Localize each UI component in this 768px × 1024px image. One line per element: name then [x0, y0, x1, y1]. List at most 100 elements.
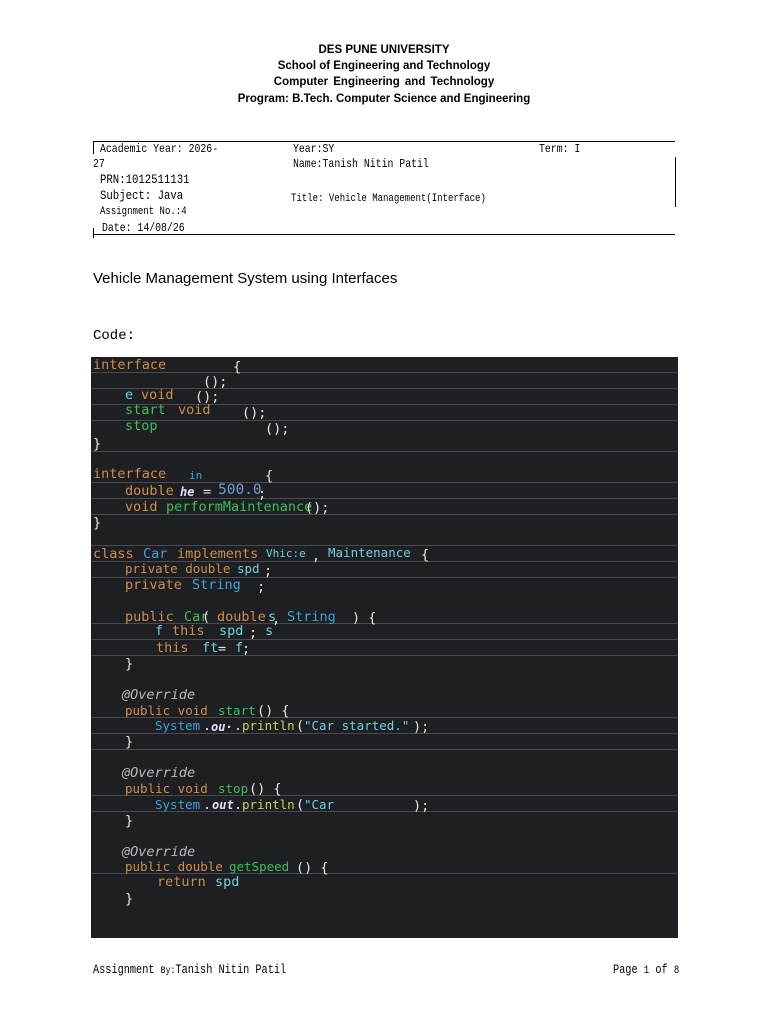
- code-token: =: [218, 641, 227, 657]
- code-token: @Override: [122, 844, 196, 860]
- code-token: e: [125, 387, 134, 403]
- code-token: ) {: [352, 610, 377, 626]
- code-token: .: [234, 797, 243, 813]
- code-token: ft: [202, 640, 219, 656]
- assignment-title: Title: Vehicle Management(Interface): [291, 193, 486, 205]
- code-token: spd: [237, 561, 260, 576]
- code-token: public double: [125, 859, 223, 874]
- code-token: ou·: [211, 720, 233, 734]
- code-token: private: [125, 577, 182, 593]
- code-token: Vhic:e: [266, 547, 306, 560]
- code-token: ,: [312, 548, 321, 564]
- code-token: stop: [125, 418, 158, 434]
- code-token: .: [203, 718, 212, 734]
- code-token: ();: [242, 405, 267, 421]
- code-token: ,: [272, 611, 281, 627]
- footer-author-name: Tanish Nitin Patil: [175, 963, 287, 977]
- program-name: Program: B.Tech. Computer Science and En…: [237, 93, 531, 105]
- info-left-rule: [93, 142, 94, 154]
- code-token: @Override: [122, 765, 196, 781]
- code-token: (: [296, 797, 305, 813]
- code-token: out: [212, 798, 234, 812]
- code-token: Maintenance: [328, 545, 411, 560]
- code-token: 500.0: [218, 482, 262, 498]
- code-token: this: [172, 623, 205, 639]
- code-token: start: [125, 402, 166, 418]
- prn: PRN:1012511131: [100, 172, 190, 187]
- code-token: }: [125, 813, 134, 829]
- code-token: return: [157, 874, 206, 890]
- footer-author: Assignment By:Tanish Nitin Patil: [93, 963, 286, 977]
- code-token: () {: [296, 860, 329, 876]
- page-number: Page 1 of 8: [613, 963, 679, 977]
- university-name: DES PUNE UNIVERSITY: [318, 44, 450, 56]
- code-token: =: [203, 484, 212, 500]
- code-token: getSpeed: [229, 859, 290, 874]
- code-token: {: [233, 359, 242, 375]
- code-token: start: [218, 703, 256, 718]
- code-token: }: [93, 515, 102, 531]
- footer-page-num: 1: [643, 965, 650, 977]
- code-token: void: [125, 499, 158, 515]
- code-token: ;: [257, 579, 266, 595]
- footer-assignment: Assignment: [93, 963, 155, 977]
- code-token: }: [93, 436, 102, 452]
- year: Year:SY: [293, 142, 335, 156]
- code-token: .: [203, 797, 212, 813]
- footer-by: By:: [160, 966, 176, 977]
- code-token: ();: [203, 374, 228, 390]
- code-token: );: [413, 719, 430, 735]
- code-token: "Car: [304, 797, 335, 812]
- code-token: Car: [143, 546, 168, 562]
- line-separator: [91, 749, 678, 750]
- code-token: }: [125, 656, 134, 672]
- code-token: void: [178, 402, 211, 418]
- code-token: class: [93, 546, 134, 562]
- code-token: String: [192, 577, 241, 593]
- code-token: stop: [218, 781, 249, 796]
- assignment-no: Assignment No.:4: [100, 206, 187, 218]
- code-token: ();: [265, 421, 290, 437]
- school-name: School of Engineering and Technology: [277, 60, 491, 72]
- code-token: () {: [249, 781, 282, 797]
- code-token: in: [189, 469, 203, 482]
- info-right-rule: [675, 157, 676, 207]
- code-token: );: [413, 798, 430, 814]
- line-separator: [91, 420, 678, 421]
- code-token: public void: [125, 781, 208, 796]
- code-token: {: [265, 468, 274, 484]
- code-token: ;: [264, 563, 273, 579]
- code-token: println: [242, 797, 295, 812]
- code-token: .: [234, 718, 243, 734]
- code-token: @Override: [122, 687, 196, 703]
- document-title: Vehicle Management System using Interfac…: [93, 270, 398, 287]
- code-token: }: [125, 891, 134, 907]
- footer-page-total: 8: [673, 965, 680, 977]
- code-token: {: [421, 547, 430, 563]
- code-token: this: [156, 640, 189, 656]
- footer-page-label: Page: [613, 963, 638, 977]
- line-separator: [91, 388, 678, 389]
- code-token: he: [180, 485, 195, 499]
- code-token: private double: [125, 561, 231, 576]
- code-token: spd: [215, 874, 240, 890]
- code-token: ;: [249, 625, 258, 641]
- subject: Subject: Java: [100, 188, 184, 203]
- code-token: void: [141, 387, 174, 403]
- code-token: performMaintenance: [166, 499, 313, 515]
- code-token: public void: [125, 703, 208, 718]
- code-token: double: [125, 483, 174, 499]
- code-token: spd: [219, 623, 244, 639]
- code-token: (: [296, 718, 305, 734]
- code-label: Code:: [93, 328, 136, 344]
- code-token: }: [125, 734, 134, 750]
- department-name: Computer Engineering and Technology: [273, 76, 495, 88]
- code-token: String: [287, 609, 336, 625]
- line-separator: [91, 482, 678, 483]
- code-token: s: [265, 623, 274, 639]
- code-token: ();: [305, 500, 330, 516]
- academic-year-cont: 27: [93, 157, 105, 171]
- code-token: ;: [242, 641, 251, 657]
- line-separator: [91, 451, 678, 452]
- code-token: System: [155, 797, 201, 812]
